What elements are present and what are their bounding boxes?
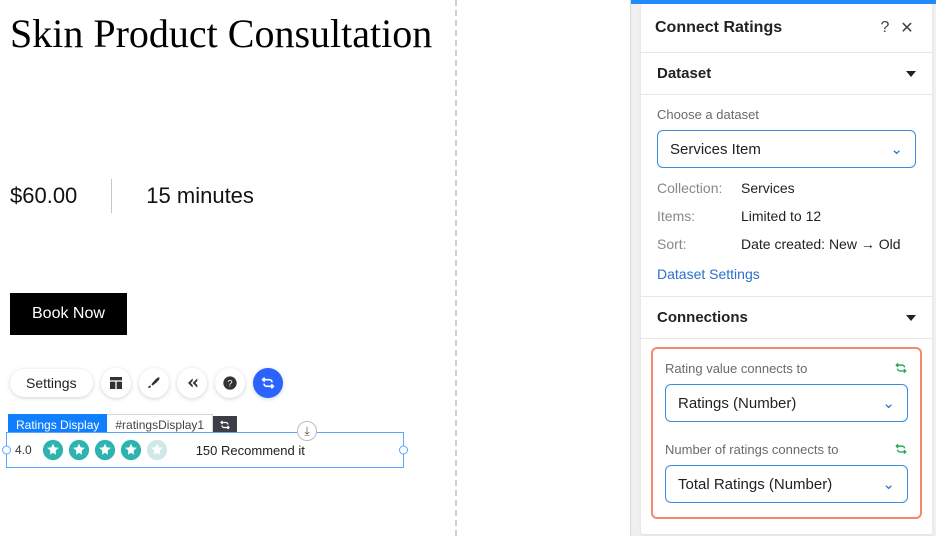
panel-header: Connect Ratings ? ✕ [641, 4, 932, 53]
num-ratings-field: Number of ratings connects to Total Rati… [665, 442, 908, 503]
panel-title: Connect Ratings [655, 19, 874, 37]
book-now-button[interactable]: Book Now [10, 293, 127, 335]
settings-button[interactable]: Settings [10, 369, 93, 397]
dataset-section-header[interactable]: Dataset [641, 53, 932, 95]
chevron-down-icon: ⌄ [882, 394, 895, 412]
help-icon[interactable]: ? [215, 368, 245, 398]
star-icon [42, 439, 64, 461]
rating-value-select[interactable]: Ratings (Number) ⌄ [665, 384, 908, 422]
rating-value-field: Rating value connects to Ratings (Number… [665, 361, 908, 422]
sync-icon [894, 442, 908, 461]
layout-icon[interactable] [101, 368, 131, 398]
selection-handle-left[interactable] [2, 446, 11, 455]
connect-panel: Connect Ratings ? ✕ Dataset Choose a dat… [641, 4, 932, 534]
ratings-display-widget[interactable]: ⤓ 4.0 150 Recommend it [6, 432, 404, 468]
chevron-down-icon [906, 315, 916, 321]
num-ratings-select[interactable]: Total Ratings (Number) ⌄ [665, 465, 908, 503]
chevron-down-icon [906, 71, 916, 77]
section-divider [455, 0, 457, 536]
close-icon[interactable]: ✕ [896, 18, 918, 38]
choose-dataset-label: Choose a dataset [657, 107, 916, 122]
help-icon[interactable]: ? [874, 19, 896, 37]
collection-row: Collection: Services [657, 180, 916, 196]
dataset-settings-link[interactable]: Dataset Settings [657, 266, 760, 282]
dataset-section-body: Choose a dataset Services Item ⌄ Collect… [641, 95, 932, 297]
star-icon [146, 439, 168, 461]
chevron-down-icon: ⌄ [890, 140, 903, 158]
items-row: Items: Limited to 12 [657, 208, 916, 224]
connections-highlight-box: Rating value connects to Ratings (Number… [651, 347, 922, 519]
sync-icon [894, 361, 908, 380]
page-title: Skin Product Consultation [10, 8, 440, 59]
rating-value-label: Rating value connects to [665, 361, 908, 376]
star-row [42, 439, 168, 461]
element-toolbar: Settings ? [10, 368, 283, 398]
rating-value-text: 4.0 [15, 443, 32, 457]
star-icon [68, 439, 90, 461]
selection-handle-right[interactable] [399, 446, 408, 455]
star-icon [94, 439, 116, 461]
design-brush-icon[interactable] [139, 368, 169, 398]
sort-row: Sort: Date created: New → Old [657, 236, 916, 252]
num-ratings-label: Number of ratings connects to [665, 442, 908, 457]
duration-text: 15 minutes [146, 183, 254, 209]
chevron-down-icon: ⌄ [882, 475, 895, 493]
anchor-icon[interactable]: ⤓ [297, 421, 317, 441]
ratings-caption: 150 Recommend it [196, 443, 305, 458]
connections-section-header[interactable]: Connections [641, 297, 932, 339]
connect-panel-wrap: Connect Ratings ? ✕ Dataset Choose a dat… [630, 0, 936, 536]
connect-data-icon[interactable] [253, 368, 283, 398]
svg-text:?: ? [227, 378, 232, 388]
dataset-select[interactable]: Services Item ⌄ [657, 130, 916, 168]
animation-icon[interactable] [177, 368, 207, 398]
price-duration-row: $60.00 15 minutes [10, 179, 620, 213]
star-icon [120, 439, 142, 461]
vertical-divider [111, 179, 112, 213]
price-text: $60.00 [10, 183, 77, 209]
